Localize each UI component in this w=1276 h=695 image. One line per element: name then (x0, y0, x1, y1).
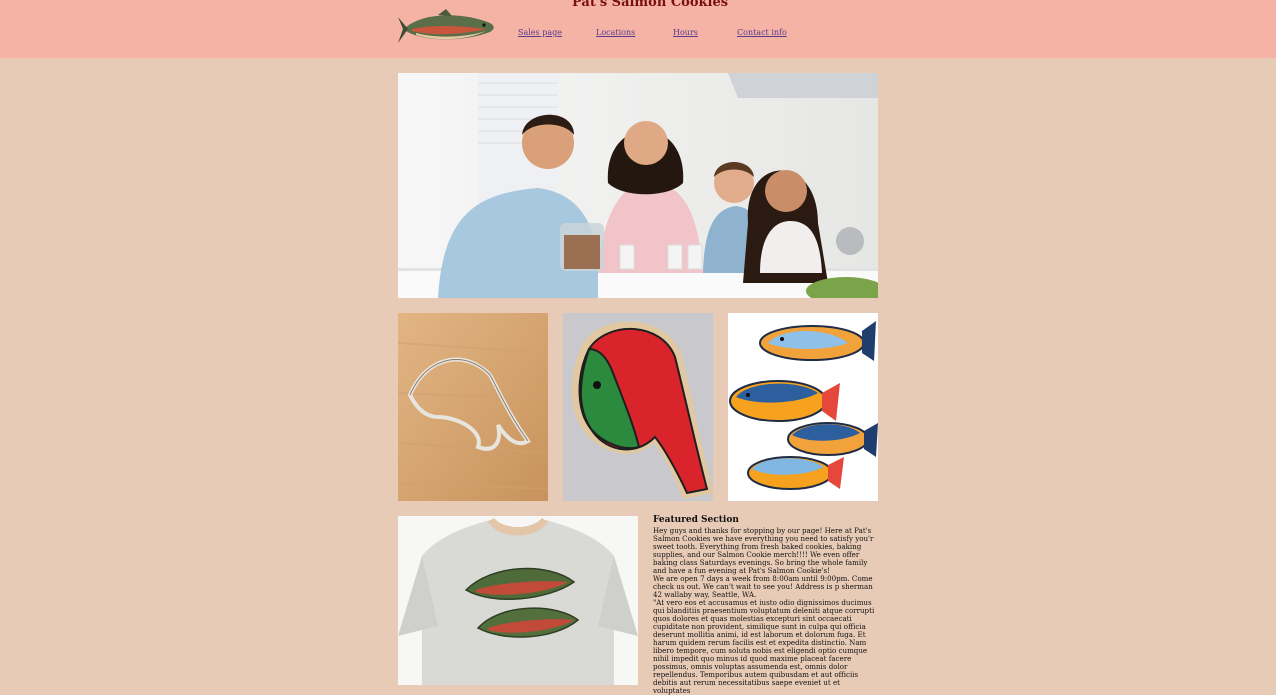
featured-section-title: Featured Section (653, 515, 739, 525)
nav-link-sales-page[interactable]: Sales page (518, 28, 562, 37)
site-header: Pat's Salmon Cookies Sales page Location… (0, 0, 1276, 58)
family-kitchen-photo (398, 73, 878, 298)
nav-link-locations[interactable]: Locations (596, 28, 635, 37)
iced-salmon-cookie-photo (563, 313, 713, 501)
site-title: Pat's Salmon Cookies (572, 0, 729, 10)
nav-link-hours[interactable]: Hours (673, 28, 698, 37)
salmon-cookie-cutter-photo (398, 313, 548, 501)
featured-section: Featured Section Hey guys and thanks for… (653, 515, 879, 695)
salmon-tshirt-photo (398, 516, 638, 685)
featured-hours-text: We are open 7 days a week from 8:00am un… (653, 574, 873, 599)
featured-intro-text: Hey guys and thanks for stopping by our … (653, 526, 874, 575)
nav-link-contact-info[interactable]: Contact info (737, 28, 787, 37)
featured-quote-text: "At vero eos et accusamus et iusto odio … (653, 598, 875, 695)
three-fish-cookies-photo (728, 313, 878, 501)
salmon-fish-icon (398, 9, 498, 45)
